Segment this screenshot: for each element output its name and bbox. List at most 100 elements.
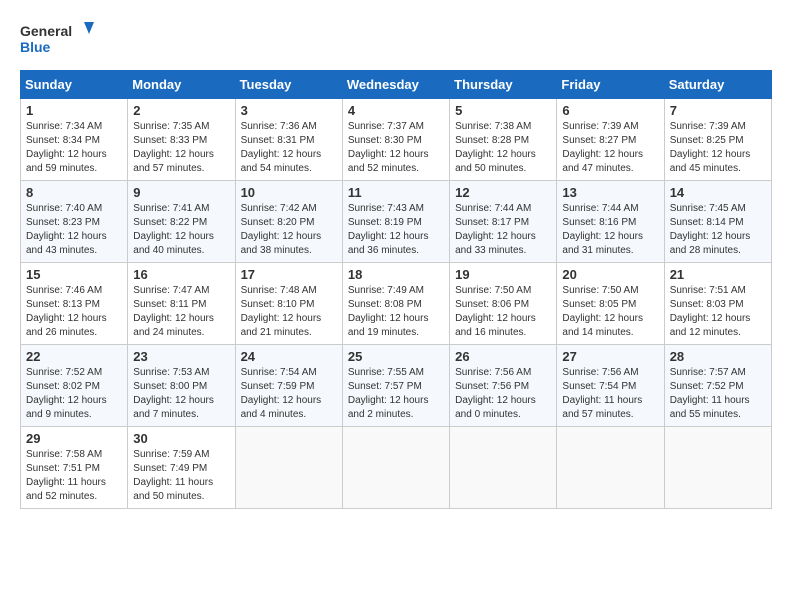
day-info: Sunrise: 7:38 AM Sunset: 8:28 PM Dayligh… — [455, 120, 551, 176]
day-info: Sunrise: 7:56 AM Sunset: 7:54 PM Dayligh… — [562, 366, 658, 422]
day-info: Sunrise: 7:55 AM Sunset: 7:57 PM Dayligh… — [348, 366, 444, 422]
day-info: Sunrise: 7:34 AM Sunset: 8:34 PM Dayligh… — [26, 120, 122, 176]
calendar-cell: 4 Sunrise: 7:37 AM Sunset: 8:30 PM Daylig… — [342, 99, 449, 181]
calendar-cell: 11 Sunrise: 7:43 AM Sunset: 8:19 PM Dayli… — [342, 181, 449, 263]
logo-svg: General Blue — [20, 20, 100, 62]
calendar-cell: 3 Sunrise: 7:36 AM Sunset: 8:31 PM Daylig… — [235, 99, 342, 181]
day-info: Sunrise: 7:54 AM Sunset: 7:59 PM Dayligh… — [241, 366, 337, 422]
calendar-cell — [664, 427, 771, 509]
calendar-week-row: 1Sunrise: 7:34 AM Sunset: 8:34 PM Daylig… — [21, 99, 772, 181]
weekday-header: Saturday — [664, 71, 771, 99]
calendar-cell — [342, 427, 449, 509]
calendar-cell: 25 Sunrise: 7:55 AM Sunset: 7:57 PM Dayli… — [342, 345, 449, 427]
calendar-cell — [235, 427, 342, 509]
calendar-cell: 16 Sunrise: 7:47 AM Sunset: 8:11 PM Dayli… — [128, 263, 235, 345]
day-info: Sunrise: 7:40 AM Sunset: 8:23 PM Dayligh… — [26, 202, 122, 258]
day-info: Sunrise: 7:46 AM Sunset: 8:13 PM Dayligh… — [26, 284, 122, 340]
day-info: Sunrise: 7:48 AM Sunset: 8:10 PM Dayligh… — [241, 284, 337, 340]
day-info: Sunrise: 7:37 AM Sunset: 8:30 PM Dayligh… — [348, 120, 444, 176]
day-info: Sunrise: 7:43 AM Sunset: 8:19 PM Dayligh… — [348, 202, 444, 258]
day-info: Sunrise: 7:36 AM Sunset: 8:31 PM Dayligh… — [241, 120, 337, 176]
day-info: Sunrise: 7:56 AM Sunset: 7:56 PM Dayligh… — [455, 366, 551, 422]
day-number: 18 — [348, 267, 444, 282]
day-number: 17 — [241, 267, 337, 282]
calendar-cell: 2 Sunrise: 7:35 AM Sunset: 8:33 PM Daylig… — [128, 99, 235, 181]
day-number: 2 — [133, 103, 229, 118]
day-info: Sunrise: 7:51 AM Sunset: 8:03 PM Dayligh… — [670, 284, 766, 340]
day-number: 4 — [348, 103, 444, 118]
svg-text:General: General — [20, 23, 72, 39]
day-number: 22 — [26, 349, 122, 364]
day-info: Sunrise: 7:53 AM Sunset: 8:00 PM Dayligh… — [133, 366, 229, 422]
calendar-cell: 23 Sunrise: 7:53 AM Sunset: 8:00 PM Dayli… — [128, 345, 235, 427]
calendar-cell: 1Sunrise: 7:34 AM Sunset: 8:34 PM Daylig… — [21, 99, 128, 181]
day-number: 16 — [133, 267, 229, 282]
day-info: Sunrise: 7:39 AM Sunset: 8:25 PM Dayligh… — [670, 120, 766, 176]
calendar-cell: 14 Sunrise: 7:45 AM Sunset: 8:14 PM Dayli… — [664, 181, 771, 263]
day-info: Sunrise: 7:47 AM Sunset: 8:11 PM Dayligh… — [133, 284, 229, 340]
calendar-cell: 28 Sunrise: 7:57 AM Sunset: 7:52 PM Dayli… — [664, 345, 771, 427]
weekday-header: Wednesday — [342, 71, 449, 99]
weekday-header-row: SundayMondayTuesdayWednesdayThursdayFrid… — [21, 71, 772, 99]
day-number: 19 — [455, 267, 551, 282]
calendar-cell: 26 Sunrise: 7:56 AM Sunset: 7:56 PM Dayli… — [450, 345, 557, 427]
calendar-cell: 9Sunrise: 7:41 AM Sunset: 8:22 PM Daylig… — [128, 181, 235, 263]
calendar-cell: 30 Sunrise: 7:59 AM Sunset: 7:49 PM Dayli… — [128, 427, 235, 509]
day-info: Sunrise: 7:45 AM Sunset: 8:14 PM Dayligh… — [670, 202, 766, 258]
calendar-table: SundayMondayTuesdayWednesdayThursdayFrid… — [20, 70, 772, 509]
day-info: Sunrise: 7:41 AM Sunset: 8:22 PM Dayligh… — [133, 202, 229, 258]
calendar-cell — [557, 427, 664, 509]
calendar-cell: 7Sunrise: 7:39 AM Sunset: 8:25 PM Daylig… — [664, 99, 771, 181]
day-number: 30 — [133, 431, 229, 446]
day-number: 25 — [348, 349, 444, 364]
day-info: Sunrise: 7:44 AM Sunset: 8:16 PM Dayligh… — [562, 202, 658, 258]
calendar-cell: 24 Sunrise: 7:54 AM Sunset: 7:59 PM Dayli… — [235, 345, 342, 427]
day-number: 10 — [241, 185, 337, 200]
day-info: Sunrise: 7:44 AM Sunset: 8:17 PM Dayligh… — [455, 202, 551, 258]
day-info: Sunrise: 7:35 AM Sunset: 8:33 PM Dayligh… — [133, 120, 229, 176]
day-number: 8 — [26, 185, 122, 200]
weekday-header: Friday — [557, 71, 664, 99]
calendar-week-row: 22Sunrise: 7:52 AM Sunset: 8:02 PM Dayli… — [21, 345, 772, 427]
day-info: Sunrise: 7:59 AM Sunset: 7:49 PM Dayligh… — [133, 448, 229, 504]
day-number: 14 — [670, 185, 766, 200]
day-info: Sunrise: 7:50 AM Sunset: 8:05 PM Dayligh… — [562, 284, 658, 340]
calendar-cell: 5 Sunrise: 7:38 AM Sunset: 8:28 PM Daylig… — [450, 99, 557, 181]
weekday-header: Monday — [128, 71, 235, 99]
calendar-cell: 29Sunrise: 7:58 AM Sunset: 7:51 PM Dayli… — [21, 427, 128, 509]
day-number: 26 — [455, 349, 551, 364]
day-info: Sunrise: 7:42 AM Sunset: 8:20 PM Dayligh… — [241, 202, 337, 258]
day-info: Sunrise: 7:57 AM Sunset: 7:52 PM Dayligh… — [670, 366, 766, 422]
day-info: Sunrise: 7:50 AM Sunset: 8:06 PM Dayligh… — [455, 284, 551, 340]
day-number: 15 — [26, 267, 122, 282]
calendar-cell: 6 Sunrise: 7:39 AM Sunset: 8:27 PM Daylig… — [557, 99, 664, 181]
page-header: General Blue — [20, 20, 772, 62]
calendar-cell: 22Sunrise: 7:52 AM Sunset: 8:02 PM Dayli… — [21, 345, 128, 427]
day-number: 11 — [348, 185, 444, 200]
day-number: 12 — [455, 185, 551, 200]
calendar-cell: 10 Sunrise: 7:42 AM Sunset: 8:20 PM Dayli… — [235, 181, 342, 263]
calendar-week-row: 29Sunrise: 7:58 AM Sunset: 7:51 PM Dayli… — [21, 427, 772, 509]
day-number: 27 — [562, 349, 658, 364]
day-number: 3 — [241, 103, 337, 118]
day-number: 13 — [562, 185, 658, 200]
svg-text:Blue: Blue — [20, 39, 51, 55]
day-number: 28 — [670, 349, 766, 364]
weekday-header: Sunday — [21, 71, 128, 99]
calendar-cell: 15 Sunrise: 7:46 AM Sunset: 8:13 PM Dayli… — [21, 263, 128, 345]
day-number: 24 — [241, 349, 337, 364]
calendar-cell: 12 Sunrise: 7:44 AM Sunset: 8:17 PM Dayli… — [450, 181, 557, 263]
weekday-header: Thursday — [450, 71, 557, 99]
day-number: 29 — [26, 431, 122, 446]
day-number: 5 — [455, 103, 551, 118]
day-number: 23 — [133, 349, 229, 364]
day-number: 21 — [670, 267, 766, 282]
calendar-week-row: 15 Sunrise: 7:46 AM Sunset: 8:13 PM Dayli… — [21, 263, 772, 345]
calendar-week-row: 8 Sunrise: 7:40 AM Sunset: 8:23 PM Daylig… — [21, 181, 772, 263]
calendar-cell: 27 Sunrise: 7:56 AM Sunset: 7:54 PM Dayli… — [557, 345, 664, 427]
calendar-cell: 8 Sunrise: 7:40 AM Sunset: 8:23 PM Daylig… — [21, 181, 128, 263]
logo: General Blue — [20, 20, 100, 62]
day-number: 6 — [562, 103, 658, 118]
day-info: Sunrise: 7:39 AM Sunset: 8:27 PM Dayligh… — [562, 120, 658, 176]
calendar-cell: 18Sunrise: 7:49 AM Sunset: 8:08 PM Dayli… — [342, 263, 449, 345]
